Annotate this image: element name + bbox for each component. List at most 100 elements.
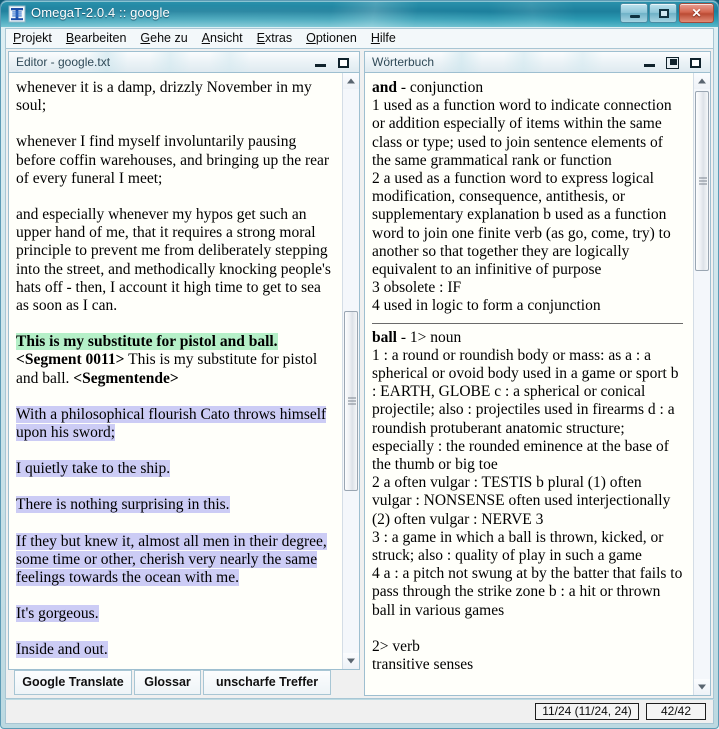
scroll-up-arrow-icon[interactable] [343,73,359,89]
maximize-icon [659,9,669,18]
dictionary-sense-line: 1 used as a function word to indicate co… [372,97,672,169]
active-segment-source: This is my substitute for pistol and bal… [16,333,278,351]
scroll-up-arrow-icon[interactable] [694,73,710,89]
translated-paragraph: Inside and out. [16,641,334,659]
dictionary-panel-body: and - conjunction 1 used as a function wo… [364,73,711,696]
status-bar: 11/24 (11/24, 24) 42/42 [5,700,714,724]
scroll-down-arrow-icon[interactable] [343,653,359,669]
dictionary-undock-button[interactable]: ↗ [665,55,681,71]
translated-text: With a philosophical flourish Cato throw… [16,405,327,442]
editor-bottom-tabs: Google Translate Glossar unscharfe Treff… [8,670,360,696]
source-paragraph: and especially whenever my hypos get suc… [16,206,331,315]
window-minimize-button[interactable] [620,3,648,23]
translated-paragraph: With a philosophical flourish Cato throw… [16,405,334,442]
editor-panel-title: Editor - google.txt [16,55,111,69]
tab-unscharfe-treffer[interactable]: unscharfe Treffer [203,670,331,695]
dictionary-sense-line: 4 used in logic to form a conjunction [372,297,601,315]
translated-text: It's gorgeous. [16,605,99,623]
dictionary-headword: ball [372,328,397,346]
translated-text: Inside and out. [16,641,108,659]
dictionary-sense-line: 2 a often vulgar : TESTIS b plural (1) o… [372,474,671,528]
menu-item-xtras[interactable]: Extras [250,29,299,47]
grip-icon [348,397,356,405]
scroll-down-arrow-icon[interactable] [694,679,710,695]
menu-item-ptionen[interactable]: Optionen [299,29,364,47]
maximize-icon [338,58,349,68]
dictionary-sense-line: 1 : a round or roundish body or mass: as… [372,346,679,474]
editor-vertical-scrollbar[interactable] [342,73,359,669]
dictionary-part-of-speech: - conjunction [397,79,484,96]
dictionary-panel-title: Wörterbuch [372,55,435,69]
translated-paragraph: I quietly take to the ship. [16,460,334,478]
menu-item-ilfe[interactable]: Hilfe [364,29,403,47]
window-title: OmegaT-2.0.4 :: google [31,5,170,20]
translated-paragraph: It's gorgeous. [16,605,334,623]
dictionary-maximize-button[interactable] [688,55,704,71]
dictionary-text-area[interactable]: and - conjunction 1 used as a function wo… [365,73,693,695]
source-paragraph: whenever it is a damp, drizzly November … [16,79,312,115]
dictionary-part-of-speech: - 1> noun [396,328,462,346]
close-icon: ✕ [691,6,702,20]
segment-close-tag: <Segmentende> [73,369,179,387]
menu-item-nsicht[interactable]: Ansicht [195,29,250,47]
dictionary-sense-line: 2> verb [372,637,420,655]
grip-icon [699,177,707,185]
window-close-button[interactable]: ✕ [679,3,714,23]
editor-scrollbar-thumb[interactable] [344,311,358,491]
window-maximize-button[interactable] [649,3,677,23]
dictionary-entry-divider [372,322,683,324]
active-segment[interactable]: This is my substitute for pistol and bal… [16,333,334,388]
maximize-icon [690,58,701,68]
editor-text-area[interactable]: whenever it is a damp, drizzly November … [9,73,342,669]
dictionary-headword: and [372,79,397,96]
omegat-main-window: OmegaT-2.0.4 :: google ✕ Projekt Bearbeit… [0,0,719,729]
editor-maximize-button[interactable] [336,55,352,71]
editor-minimize-button[interactable] [313,55,329,71]
omegat-logo-icon [8,5,26,23]
dictionary-entry-header: and - conjunction [372,79,685,97]
editor-panel-titlebar[interactable]: Editor - google.txt [8,51,360,73]
minimize-icon [644,64,655,67]
menu-item-rojekt[interactable]: Projekt [6,29,59,47]
dictionary-sense-line: 3 obsolete : IF [372,279,462,297]
segment-open-tag: <Segment 0011> [16,351,125,369]
dictionary-panel-titlebar[interactable]: Wörterbuch ↗ [364,51,711,73]
dictionary-sense-line: 3 : a game in which a ball is thrown, ki… [372,528,664,565]
dictionary-panel: Wörterbuch ↗ and - conjunction 1 used as … [364,51,711,696]
translated-text: If they but knew it, almost all men in t… [16,532,327,587]
client-area: Editor - google.txt whenever it is a dam… [5,48,714,699]
dictionary-sense-line: 4 a : a pitch not swung at by the batter… [372,565,683,619]
title-bar[interactable]: OmegaT-2.0.4 :: google ✕ [1,1,718,27]
dictionary-vertical-scrollbar[interactable] [693,73,710,695]
tab-glossar[interactable]: Glossar [134,670,201,695]
translated-text: I quietly take to the ship. [16,460,171,478]
tab-google-translate[interactable]: Google Translate [14,670,132,695]
dictionary-minimize-button[interactable] [642,55,658,71]
status-count-field: 42/42 [646,703,706,720]
menu-bar: Projekt Bearbeiten Gehe zu Ansicht Extras Opt… [5,28,714,48]
dictionary-entry-header: ball - 1> noun [372,329,685,347]
dictionary-scrollbar-thumb[interactable] [695,91,709,271]
status-progress-field: 11/24 (11/24, 24) [535,703,639,720]
minimize-icon [630,15,640,18]
menu-item-ehe-zu[interactable]: Gehe zu [133,29,194,47]
translated-paragraph: There is nothing surprising in this. [16,496,334,514]
translated-text: There is nothing surprising in this. [16,496,230,514]
editor-panel-body: whenever it is a damp, drizzly November … [8,73,360,670]
dictionary-sense-line: transitive senses [372,656,474,674]
editor-panel: Editor - google.txt whenever it is a dam… [8,51,360,696]
menu-item-earbeiten[interactable]: Bearbeiten [59,29,133,47]
dictionary-sense-line: 2 a used as a function word to express l… [372,170,671,279]
undock-icon: ↗ [666,57,679,69]
